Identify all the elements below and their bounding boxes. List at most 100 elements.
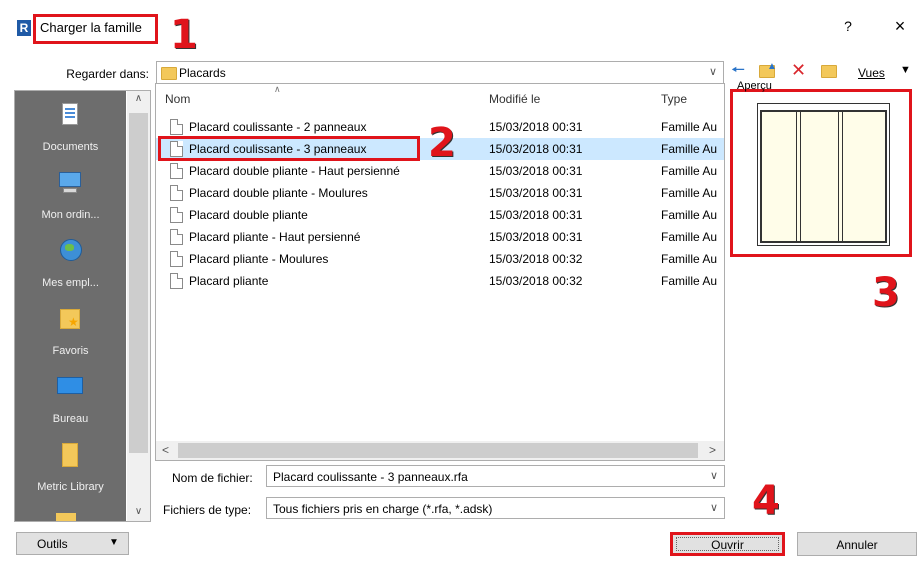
file-type: Famille Au — [661, 252, 718, 266]
place-label: Mon ordin... — [41, 209, 100, 221]
file-icon — [170, 185, 183, 201]
annotation-number-2: 2 — [428, 120, 456, 166]
up-arrow-icon: ▲ — [767, 61, 777, 72]
scroll-thumb[interactable] — [178, 443, 698, 458]
annotation-number-4: 4 — [752, 478, 780, 524]
folder-icon — [56, 441, 84, 469]
filetype-dropdown[interactable]: Tous fichiers pris en charge (*.rfa, *.a… — [266, 497, 725, 519]
tools-button[interactable]: Outils ▼ — [16, 532, 129, 555]
file-type: Famille Au — [661, 230, 718, 244]
scroll-right-icon[interactable]: > — [709, 443, 716, 457]
file-name: Placard double pliante — [189, 208, 308, 222]
file-type: Famille Au — [661, 274, 718, 288]
cancel-button[interactable]: Annuler — [797, 532, 917, 556]
door-panel-divider — [800, 112, 801, 241]
file-modified: 15/03/2018 00:32 — [489, 252, 583, 266]
file-name: Placard pliante — [189, 274, 269, 288]
places-scrollbar[interactable]: ∧ ∨ — [127, 91, 150, 521]
chevron-down-icon[interactable]: ∨ — [710, 501, 718, 514]
file-modified: 15/03/2018 00:31 — [489, 164, 583, 178]
file-icon — [170, 229, 183, 245]
cancel-label: Annuler — [836, 538, 878, 552]
door-panel-divider — [796, 112, 797, 241]
scroll-thumb[interactable] — [129, 113, 148, 453]
look-in-dropdown[interactable]: Placards ∨ — [156, 61, 724, 85]
favorites-folder-icon: ★ — [56, 305, 84, 333]
annotation-box-title — [33, 14, 158, 44]
place-label: Documents — [42, 141, 99, 153]
door-panel-divider — [838, 112, 839, 241]
folder-icon — [161, 67, 177, 80]
file-icon — [170, 163, 183, 179]
computer-icon — [56, 169, 84, 197]
scroll-down-icon[interactable]: ∨ — [127, 506, 150, 517]
file-type: Famille Au — [661, 142, 718, 156]
file-icon — [170, 251, 183, 267]
open-button[interactable]: Ouvrir — [670, 532, 785, 556]
views-dropdown-arrow-icon[interactable]: ▼ — [900, 64, 911, 76]
place-label: Favoris — [52, 345, 89, 357]
tools-label: Outils — [37, 537, 68, 551]
door-panel-divider — [842, 112, 843, 241]
file-modified: 15/03/2018 00:31 — [489, 230, 583, 244]
chevron-down-icon: ∨ — [708, 66, 717, 78]
file-icon — [170, 207, 183, 223]
places-list: Documents Mon ordin... Mes empl... ★ Fav… — [15, 91, 126, 521]
folder-shape — [821, 65, 837, 78]
filename-input[interactable]: Placard coulissante - 3 panneaux.rfa ∨ — [266, 465, 725, 487]
folder-icon — [56, 513, 76, 521]
preview-label: Aperçu — [737, 80, 772, 92]
file-row[interactable]: Placard pliante - Moulures 15/03/2018 00… — [156, 248, 724, 270]
place-favorites[interactable]: ★ Favoris — [15, 305, 126, 365]
network-globe-icon — [56, 237, 84, 265]
place-metric-library[interactable]: Metric Library — [15, 441, 126, 501]
filename-value: Placard coulissante - 3 panneaux.rfa — [273, 470, 468, 484]
open-label: Ouvrir — [711, 538, 744, 552]
up-folder-icon[interactable]: ▲ — [759, 61, 777, 78]
place-label: Bureau — [52, 413, 89, 425]
file-row[interactable]: Placard double pliante 15/03/2018 00:31 … — [156, 204, 724, 226]
place-computer[interactable]: Mon ordin... — [15, 169, 126, 229]
column-header-type[interactable]: Type — [661, 92, 687, 106]
horizontal-scrollbar[interactable]: < > — [156, 441, 724, 460]
back-arrow-icon[interactable]: 🠔 — [731, 62, 745, 80]
file-row[interactable]: Placard pliante - Haut persienné 15/03/2… — [156, 226, 724, 248]
place-documents[interactable]: Documents — [15, 101, 126, 161]
annotation-box-selected-file — [158, 136, 420, 161]
place-desktop[interactable]: Bureau — [15, 373, 126, 433]
annotation-number-3: 3 — [872, 270, 900, 316]
file-icon — [170, 119, 183, 135]
closet-door-preview — [760, 110, 887, 243]
caret-down-icon: ▼ — [109, 537, 119, 548]
file-row[interactable]: Placard pliante 15/03/2018 00:32 Famille… — [156, 270, 724, 292]
scroll-up-icon[interactable]: ∧ — [127, 93, 150, 104]
places-bar: Documents Mon ordin... Mes empl... ★ Fav… — [14, 90, 151, 522]
chevron-down-icon[interactable]: ∨ — [710, 469, 718, 482]
file-type: Famille Au — [661, 164, 718, 178]
place-label: Metric Library — [37, 481, 104, 493]
place-network[interactable]: Mes empl... — [15, 237, 126, 297]
close-button[interactable]: × — [890, 16, 910, 37]
file-name: Placard double pliante - Haut persienné — [189, 164, 400, 178]
column-header-name[interactable]: Nom — [165, 92, 190, 106]
file-name: Placard pliante - Haut persienné — [189, 230, 361, 244]
delete-icon[interactable]: ✕ — [791, 61, 806, 79]
filename-label: Nom de fichier: — [172, 471, 253, 485]
new-folder-icon[interactable] — [821, 64, 839, 78]
views-menu[interactable]: Vues — [858, 66, 885, 80]
file-modified: 15/03/2018 00:31 — [489, 142, 583, 156]
file-modified: 15/03/2018 00:31 — [489, 208, 583, 222]
column-header-modified[interactable]: Modifié le — [489, 92, 540, 106]
file-type: Famille Au — [661, 120, 718, 134]
filetype-value: Tous fichiers pris en charge (*.rfa, *.a… — [273, 502, 493, 516]
file-icon — [170, 273, 183, 289]
look-in-label: Regarder dans: — [66, 67, 149, 81]
file-row[interactable]: Placard double pliante - Moulures 15/03/… — [156, 182, 724, 204]
desktop-icon — [56, 373, 84, 401]
annotation-number-1: 1 — [170, 12, 198, 58]
documents-icon — [56, 101, 84, 129]
file-type: Famille Au — [661, 208, 718, 222]
scroll-left-icon[interactable]: < — [162, 443, 169, 457]
look-in-value: Placards — [179, 66, 226, 80]
help-button[interactable]: ? — [838, 18, 858, 34]
